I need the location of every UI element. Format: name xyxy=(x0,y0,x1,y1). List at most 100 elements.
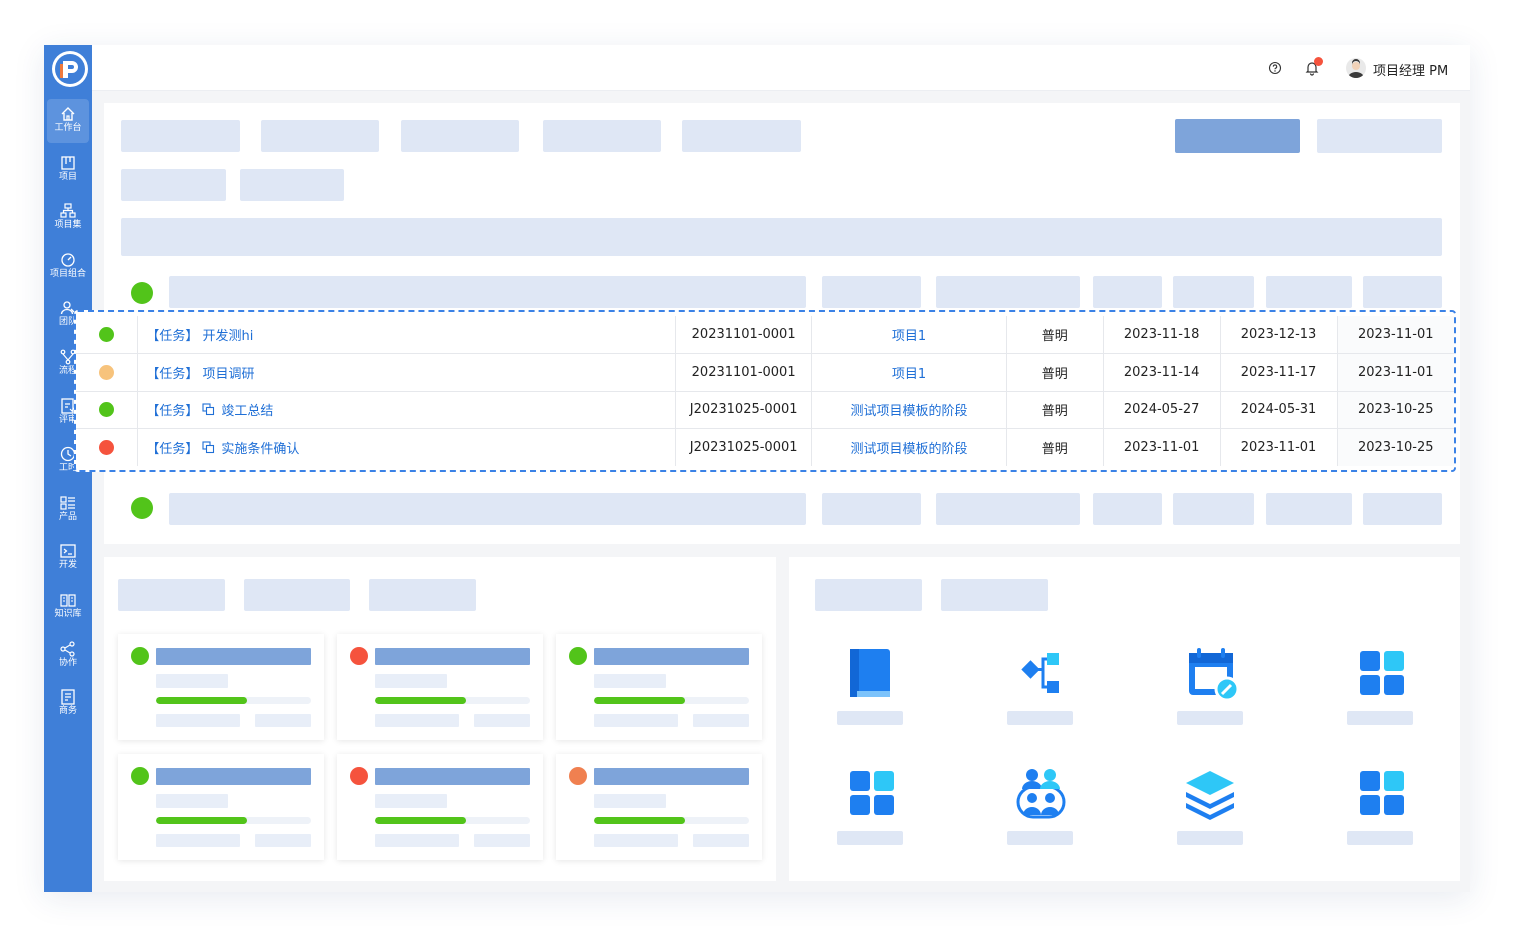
button-placeholder[interactable] xyxy=(1317,119,1442,153)
card-meta-placeholder xyxy=(375,714,459,727)
tab-placeholder[interactable] xyxy=(121,120,240,152)
tab-placeholder[interactable] xyxy=(369,579,476,611)
card-meta-placeholder xyxy=(255,714,311,727)
sidebar-item-3[interactable]: 项目组合 xyxy=(47,245,89,289)
task-code: 20231101-0001 xyxy=(675,316,813,354)
status-dot xyxy=(131,767,149,785)
task-code: J20231025-0001 xyxy=(675,428,813,466)
card-subtitle-placeholder xyxy=(375,794,447,808)
sidebar-item-11[interactable]: 协作 xyxy=(47,634,89,678)
project-card[interactable] xyxy=(337,754,543,860)
sidebar-item-1[interactable]: 项目 xyxy=(47,148,89,192)
task-name-link[interactable]: 项目调研 xyxy=(203,367,255,382)
project-card[interactable] xyxy=(118,634,324,740)
app-shortcut[interactable] xyxy=(1347,645,1413,729)
task-name-link[interactable]: 竣工总结 xyxy=(221,404,273,419)
sidebar-item-10[interactable]: 知识库 xyxy=(47,585,89,629)
app-shortcut[interactable] xyxy=(1347,765,1413,849)
row-placeholder xyxy=(1173,276,1254,308)
card-title-placeholder xyxy=(156,768,311,785)
card-meta-placeholder xyxy=(156,714,240,727)
task-name-cell[interactable]: 【任务】 实施条件确认 xyxy=(137,428,677,466)
app-logo[interactable] xyxy=(52,51,88,87)
tab-placeholder[interactable] xyxy=(682,120,801,152)
task-type-label: 【任务】 xyxy=(146,404,199,420)
card-subtitle-placeholder xyxy=(594,794,666,808)
task-name-cell[interactable]: 【任务】 项目调研 xyxy=(137,353,677,392)
app-shortcut[interactable] xyxy=(1177,645,1243,729)
tab-placeholder[interactable] xyxy=(401,120,519,152)
project-link[interactable]: 项目1 xyxy=(811,353,1007,392)
table-row[interactable]: 【任务】 实施条件确认 J20231025-0001 测试项目模板的阶段 普明 2023-… xyxy=(76,428,1454,466)
project-card[interactable] xyxy=(556,754,762,860)
task-name-cell[interactable]: 【任务】 竣工总结 xyxy=(137,391,677,429)
start-date: 2023-11-18 xyxy=(1103,316,1221,354)
table-row[interactable]: 【任务】 开发测hi 20231101-0001 项目1 普明 2023-11-18 20… xyxy=(76,316,1454,354)
task-type-label: 【任务】 xyxy=(146,366,199,382)
row-placeholder xyxy=(936,276,1080,308)
progress-bar xyxy=(156,697,311,704)
user-name[interactable]: 项目经理 PM xyxy=(1373,60,1448,79)
sidebar-item-2[interactable]: 项目集 xyxy=(47,196,89,240)
end-date: 2023-12-13 xyxy=(1220,316,1338,354)
app-shortcut[interactable] xyxy=(1007,765,1073,849)
start-date: 2023-11-14 xyxy=(1103,353,1221,392)
kanban-icon xyxy=(61,155,75,170)
filter-placeholder[interactable] xyxy=(240,169,344,201)
app-label-placeholder xyxy=(1177,711,1243,725)
tab-placeholder[interactable] xyxy=(261,120,379,152)
card-meta-placeholder xyxy=(474,714,530,727)
app-shortcut[interactable] xyxy=(837,765,903,849)
project-card[interactable] xyxy=(118,754,324,860)
task-name-link[interactable]: 开发测hi xyxy=(203,329,254,344)
tab-placeholder[interactable] xyxy=(941,579,1048,611)
sidebar-item-label: 开发 xyxy=(58,560,77,571)
search-bar-placeholder[interactable] xyxy=(121,218,1442,256)
task-table-highlight: 【任务】 开发测hi 20231101-0001 项目1 普明 2023-11-18 20… xyxy=(74,310,1456,472)
tab-placeholder[interactable] xyxy=(244,579,350,611)
filter-placeholder[interactable] xyxy=(121,169,226,201)
hierarchy-icon xyxy=(60,203,76,218)
status-dot xyxy=(350,767,368,785)
start-date: 2023-11-01 xyxy=(1103,428,1221,466)
sidebar-item-12[interactable]: 商务 xyxy=(47,682,89,726)
progress-bar xyxy=(156,817,311,824)
sidebar-item-0[interactable]: 工作台 xyxy=(47,99,89,143)
created-date: 2023-10-25 xyxy=(1337,428,1454,466)
sidebar-item-8[interactable]: 产品 xyxy=(47,488,89,532)
project-link[interactable]: 测试项目模板的阶段 xyxy=(811,428,1007,466)
row-placeholder xyxy=(1173,493,1254,525)
tab-placeholder[interactable] xyxy=(118,579,225,611)
app-shortcut[interactable] xyxy=(1007,645,1073,729)
app-shortcut[interactable] xyxy=(1177,765,1243,849)
card-title-placeholder xyxy=(156,648,311,665)
table-row[interactable]: 【任务】 项目调研 20231101-0001 项目1 普明 2023-11-14 202… xyxy=(76,353,1454,392)
status-dot xyxy=(99,402,115,418)
status-dot xyxy=(569,767,587,785)
project-card[interactable] xyxy=(337,634,543,740)
app-shortcut[interactable] xyxy=(837,645,903,729)
task-name-cell[interactable]: 【任务】 开发测hi xyxy=(137,316,677,354)
table-row[interactable]: 【任务】 竣工总结 J20231025-0001 测试项目模板的阶段 普明 2024-05… xyxy=(76,391,1454,429)
task-name-link[interactable]: 实施条件确认 xyxy=(221,442,299,457)
help-icon[interactable] xyxy=(1268,61,1282,75)
sidebar-item-9[interactable]: 开发 xyxy=(47,536,89,580)
project-card[interactable] xyxy=(556,634,762,740)
card-title-placeholder xyxy=(375,648,530,665)
terminal-icon xyxy=(60,544,76,559)
tab-placeholder[interactable] xyxy=(815,579,922,611)
status-dot xyxy=(99,364,115,380)
top-header: 项目经理 PM xyxy=(92,45,1470,91)
project-link[interactable]: 测试项目模板的阶段 xyxy=(811,391,1007,429)
task-code: J20231025-0001 xyxy=(675,391,813,429)
app-label-placeholder xyxy=(837,831,903,845)
copy-icon xyxy=(202,441,215,454)
card-subtitle-placeholder xyxy=(156,674,228,688)
avatar[interactable] xyxy=(1346,58,1366,78)
sidebar-item-label: 项目组合 xyxy=(49,268,86,279)
task-type-label: 【任务】 xyxy=(146,329,199,344)
project-link[interactable]: 项目1 xyxy=(811,316,1007,354)
primary-button-placeholder[interactable] xyxy=(1175,119,1300,153)
tab-placeholder[interactable] xyxy=(543,120,661,152)
card-meta-placeholder xyxy=(693,714,749,727)
